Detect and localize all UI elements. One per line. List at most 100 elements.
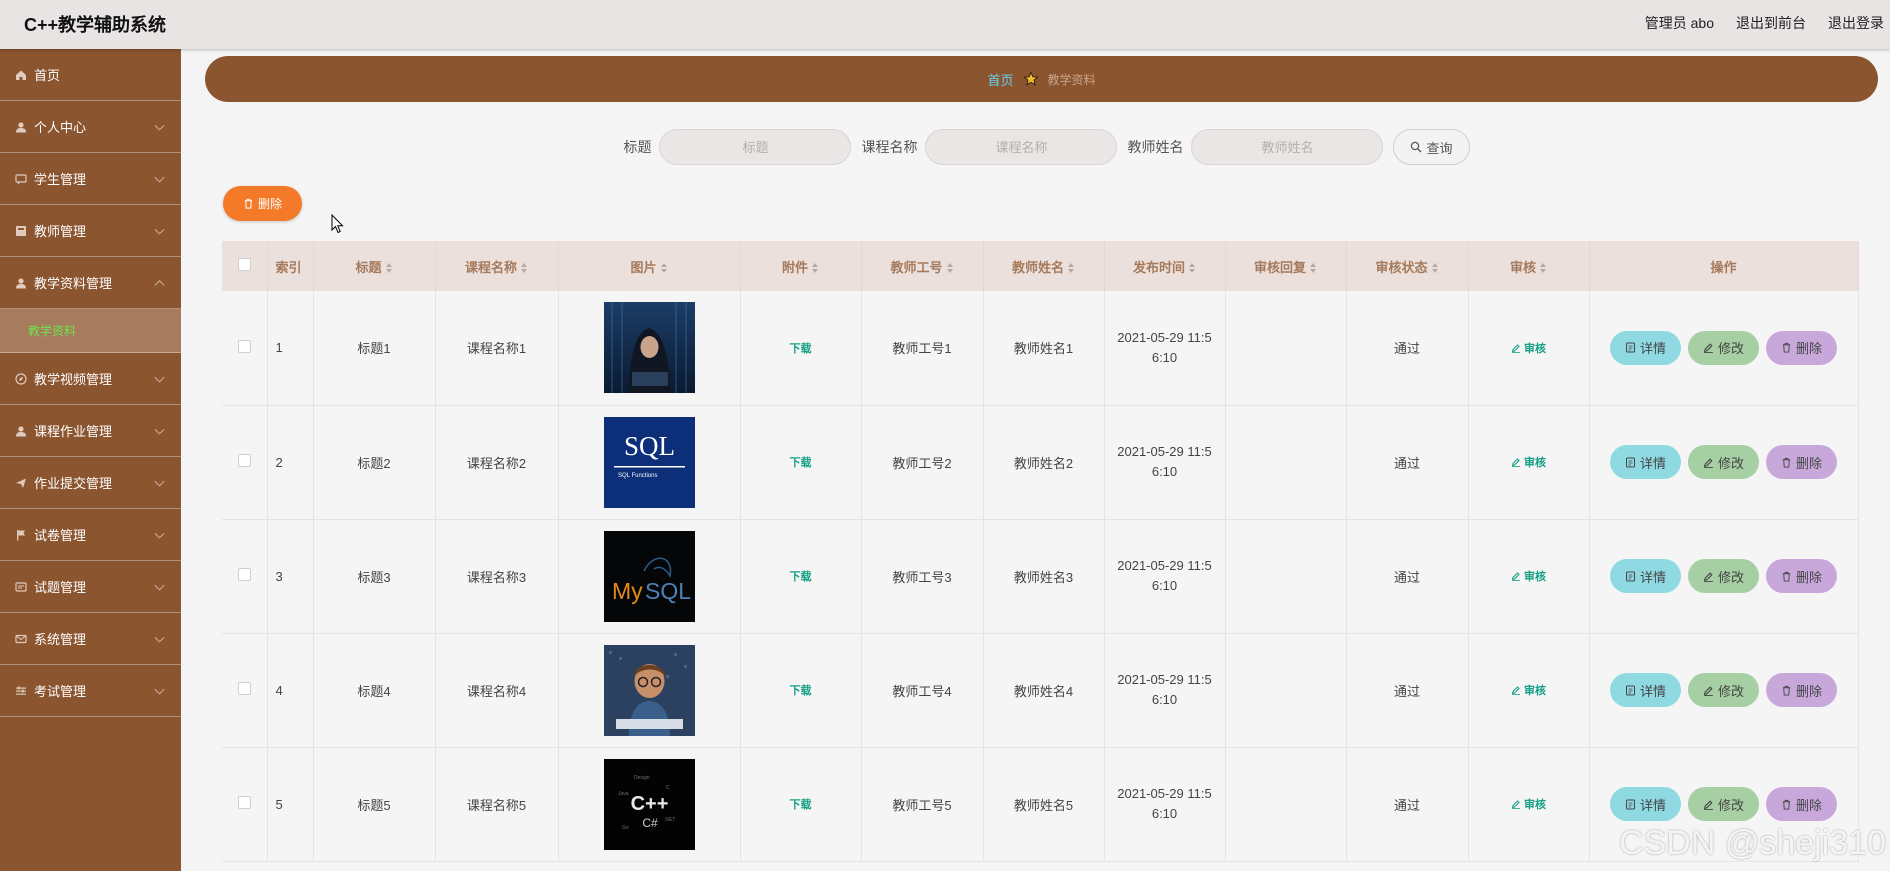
- col-audit[interactable]: 审核: [1468, 241, 1590, 291]
- svg-text:SQL Functions: SQL Functions: [618, 473, 657, 479]
- audit-link[interactable]: 审核: [1511, 454, 1546, 470]
- sort-icon[interactable]: [1068, 263, 1075, 274]
- col-publish-time[interactable]: 发布时间: [1104, 241, 1226, 291]
- edit-button-label: 修改: [1717, 341, 1744, 357]
- sidebar-subitem-teaching-material[interactable]: 教学资料: [0, 309, 181, 353]
- audit-link[interactable]: 审核: [1511, 568, 1546, 584]
- title-search-input[interactable]: [659, 129, 852, 165]
- audit-link-label: 审核: [1524, 457, 1546, 469]
- chevron-down-icon: [154, 372, 165, 383]
- row-publish-time: 2021-05-29 11:5 6:10: [1104, 405, 1226, 520]
- sort-icon[interactable]: [385, 263, 393, 274]
- col-title[interactable]: 标题: [313, 241, 436, 291]
- sort-icon[interactable]: [660, 263, 668, 274]
- delete-button-label: 删除: [1795, 797, 1822, 813]
- sort-icon[interactable]: [1189, 263, 1196, 274]
- edit-button[interactable]: 修改: [1688, 673, 1759, 707]
- row-actions: 详情 修改 删除: [1589, 519, 1859, 634]
- delete-button[interactable]: 删除: [1766, 787, 1837, 821]
- sort-icon[interactable]: [521, 263, 528, 274]
- audit-link[interactable]: 审核: [1511, 682, 1546, 698]
- row-checkbox[interactable]: [237, 568, 251, 581]
- col-teacher-id[interactable]: 教师工号: [861, 241, 984, 291]
- detail-button[interactable]: 详情: [1610, 673, 1681, 707]
- sort-icon[interactable]: [812, 263, 819, 274]
- logout-link[interactable]: 退出登录: [1828, 13, 1884, 33]
- sidebar-item-paper-management[interactable]: 试卷管理: [0, 509, 181, 561]
- download-link[interactable]: 下载: [790, 343, 812, 355]
- row-select-cell: [222, 291, 268, 406]
- edit-button[interactable]: 修改: [1688, 559, 1759, 593]
- select-all-checkbox[interactable]: [237, 258, 251, 271]
- download-link[interactable]: 下载: [790, 685, 812, 697]
- sidebar-item-submission-management[interactable]: 作业提交管理: [0, 457, 181, 509]
- sidebar-item-teacher-management[interactable]: 教师管理: [0, 205, 181, 257]
- sidebar-item-label: 课程作业管理: [34, 424, 113, 439]
- delete-button[interactable]: 删除: [1766, 673, 1837, 707]
- sort-icon[interactable]: [946, 263, 954, 274]
- edit-button[interactable]: 修改: [1688, 330, 1759, 365]
- row-publish-time-line2: 6:10: [1151, 464, 1178, 479]
- sidebar-item-video-management[interactable]: 教学视频管理: [0, 353, 181, 405]
- teacher-search-input[interactable]: [1191, 129, 1384, 165]
- user-icon: [15, 277, 27, 289]
- row-publish-time-line2: 6:10: [1151, 806, 1178, 821]
- trash-icon: [1782, 571, 1791, 582]
- bulk-delete-button[interactable]: 删除: [223, 186, 302, 221]
- row-attachment-cell: 下载: [740, 291, 862, 406]
- breadcrumb-home-link[interactable]: 首页: [987, 70, 1013, 89]
- edit-button[interactable]: 修改: [1688, 445, 1759, 479]
- edit-button[interactable]: 修改: [1688, 787, 1759, 821]
- col-teacher-name[interactable]: 教师姓名: [983, 241, 1105, 291]
- download-link[interactable]: 下载: [790, 571, 812, 583]
- sort-icon[interactable]: [1431, 263, 1439, 274]
- col-image[interactable]: 图片: [558, 241, 741, 291]
- delete-button[interactable]: 删除: [1766, 445, 1837, 479]
- row-image-cell: [558, 291, 741, 406]
- sidebar-item-personal-center[interactable]: 个人中心: [0, 101, 181, 153]
- sidebar-item-label: 个人中心: [34, 120, 87, 135]
- material-image: [603, 644, 695, 736]
- sidebar-item-home[interactable]: 首页: [0, 49, 181, 101]
- col-audit-reply[interactable]: 审核回复: [1225, 241, 1347, 291]
- detail-button[interactable]: 详情: [1610, 559, 1681, 593]
- breadcrumb-current: 教学资料: [1047, 72, 1096, 87]
- course-search-input[interactable]: [925, 129, 1118, 165]
- row-checkbox[interactable]: [237, 454, 251, 467]
- material-image: My SQL: [603, 530, 695, 622]
- chevron-down-icon: [154, 684, 165, 695]
- row-teacher-id: 教师工号4: [861, 633, 984, 748]
- sidebar-item-question-management[interactable]: 试题管理: [0, 561, 181, 613]
- audit-link[interactable]: 审核: [1511, 796, 1546, 812]
- download-link[interactable]: 下载: [790, 799, 812, 811]
- row-checkbox[interactable]: [237, 339, 251, 353]
- sidebar-item-exam-management[interactable]: 考试管理: [0, 665, 181, 717]
- row-audit-status: 通过: [1346, 519, 1469, 634]
- col-course-label: 课程名称: [464, 259, 517, 275]
- delete-button[interactable]: 删除: [1766, 330, 1837, 365]
- sidebar-item-student-management[interactable]: 学生管理: [0, 153, 181, 205]
- col-audit-status[interactable]: 审核状态: [1346, 241, 1469, 291]
- sidebar-item-system-management[interactable]: 系统管理: [0, 613, 181, 665]
- delete-button[interactable]: 删除: [1766, 559, 1837, 593]
- sort-icon[interactable]: [1310, 263, 1317, 274]
- download-link[interactable]: 下载: [790, 457, 812, 469]
- current-user-label[interactable]: 管理员 abo: [1645, 13, 1714, 33]
- sort-icon[interactable]: [1540, 263, 1547, 274]
- row-course: 课程名称1: [435, 291, 559, 406]
- detail-button[interactable]: 详情: [1610, 330, 1681, 365]
- sidebar-item-homework-management[interactable]: 课程作业管理: [0, 405, 181, 457]
- chevron-down-icon: [154, 172, 165, 183]
- detail-button[interactable]: 详情: [1610, 445, 1681, 479]
- table-row: 4 标题4 课程名称4 下载 教师工号4 教师姓名4 2021-05-29 11…: [222, 633, 1859, 748]
- svg-text:My: My: [612, 578, 643, 604]
- col-course[interactable]: 课程名称: [435, 241, 559, 291]
- detail-button[interactable]: 详情: [1610, 787, 1681, 821]
- exit-to-front-link[interactable]: 退出到前台: [1736, 13, 1806, 33]
- row-checkbox[interactable]: [237, 796, 251, 809]
- row-checkbox[interactable]: [237, 682, 251, 695]
- search-button[interactable]: 查询: [1393, 129, 1470, 165]
- col-attachment[interactable]: 附件: [740, 241, 862, 291]
- sidebar-item-teaching-material-management[interactable]: 教学资料管理: [0, 257, 181, 309]
- audit-link[interactable]: 审核: [1511, 340, 1546, 356]
